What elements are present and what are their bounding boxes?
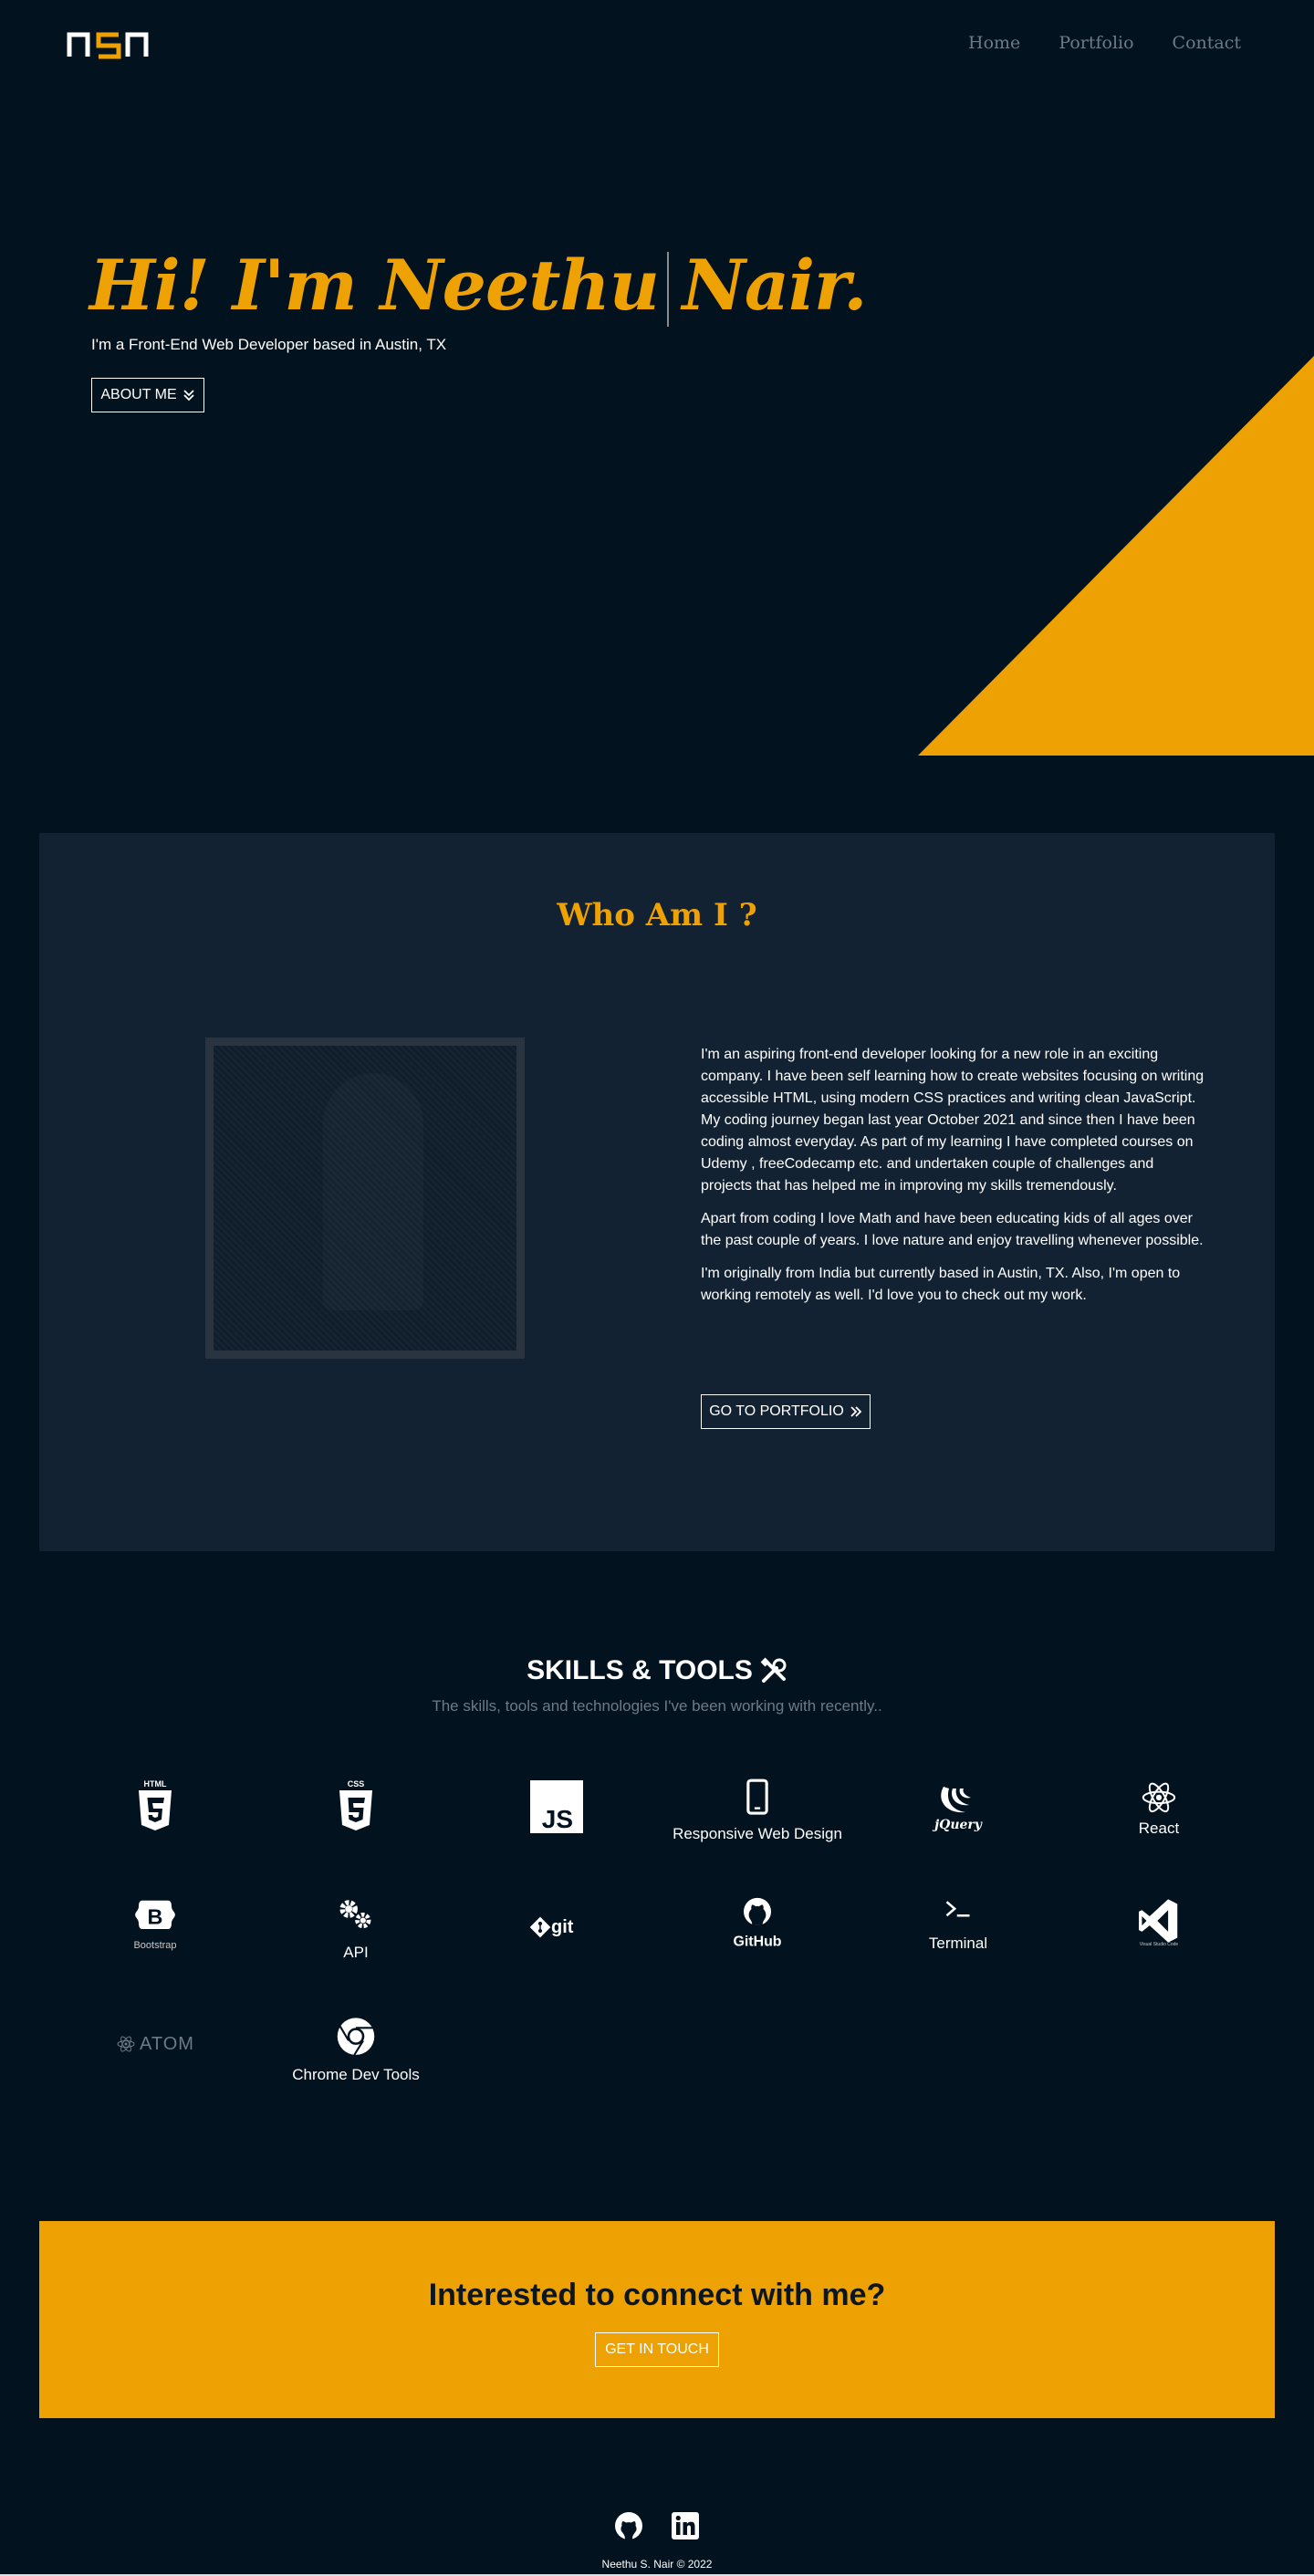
javascript-icon: JS [530,1780,583,1833]
linkedin-link[interactable] [671,2511,700,2540]
profile-photo [205,1038,525,1359]
jquery-icon-text: jQuery [932,1818,983,1832]
chrome-icon [337,2018,375,2056]
logo[interactable] [66,27,150,60]
about-title: Who Am I ? [557,897,757,933]
mobile-icon [746,1778,768,1815]
git-icon-text: git [551,1917,574,1937]
hero-subtitle: I'm a Front-End Web Developer based in A… [91,336,447,353]
atom-icon [117,2036,135,2052]
about-section: Who Am I ? I'm an aspiring front-end dev… [39,833,1275,1551]
about-paragraph: Apart from coding I love Math and have b… [701,1211,1204,1248]
typing-cursor [667,252,669,327]
skill-label: ATOM [140,2033,194,2054]
skill-vscode: Visual Studio Code [1058,1889,1259,2008]
skill-label: Responsive Web Design [673,1825,842,1842]
jquery-icon: jQuery [932,1787,983,1832]
bootstrap-icon-text: B [148,1904,163,1928]
skill-responsive: Responsive Web Design [657,1770,858,1889]
html5-icon: HTML [139,1779,172,1830]
skill-api: API [256,1889,456,2008]
react-icon [1142,1782,1176,1813]
gears-icon [339,1900,371,1929]
portfolio-button-label: GO TO PORTFOLIO [709,1403,844,1419]
bootstrap-icon: B [135,1900,175,1929]
skill-label: Chrome Dev Tools [292,2066,420,2083]
skills-grid: HTML CSS JS Responsive Web Design jQuery… [55,1770,1259,2126]
vscode-icon [1139,1899,1178,1943]
copyright: Neethu S. Nair © 2022 [601,2558,713,2571]
git-icon: git [529,1916,574,1938]
about-paragraph: I'm an aspiring front-end developer look… [701,1047,1204,1194]
linkedin-icon [672,2512,699,2539]
terminal-icon [945,1901,970,1917]
skill-jquery: jQuery [858,1770,1058,1889]
javascript-icon-text: JS [542,1805,573,1833]
skill-github: GitHub [657,1889,858,2008]
connect-title: Interested to connect with me? [428,2278,886,2312]
github-icon [615,2512,642,2539]
skill-git: git [456,1889,657,2008]
skill-bootstrap: B Bootstrap [55,1889,256,2008]
skill-react: React [1058,1770,1259,1889]
skill-label: Terminal [928,1935,988,1952]
skill-label: Bootstrap [133,1940,177,1951]
double-chevron-right-icon [850,1406,862,1417]
skill-chrome: Chrome Dev Tools [256,2008,456,2126]
skills-title: SKILLS & TOOLS [0,1655,1314,1686]
skills-title-text: SKILLS & TOOLS [527,1655,753,1685]
skill-atom: ATOM [55,2008,256,2126]
go-to-portfolio-button[interactable]: GO TO PORTFOLIO [701,1394,871,1429]
skill-html5: HTML [55,1770,256,1889]
skill-javascript: JS [456,1770,657,1889]
social-links [0,2511,1314,2540]
github-icon-text: GitHub [733,1934,781,1949]
nav-link-home[interactable]: Home [968,33,1020,53]
photo-silhouette [323,1073,423,1310]
nav-link-portfolio[interactable]: Portfolio [1058,33,1133,53]
tools-icon [760,1657,787,1683]
skill-label: React [1138,1820,1180,1837]
hero-section: Hi! I'm Neethu Nair. I'm a Front-End Web… [0,91,1314,756]
hero-title: Hi! I'm Neethu Nair. [89,245,868,326]
github-link[interactable] [614,2511,643,2540]
skill-terminal: Terminal [858,1889,1058,2008]
navbar: Home Portfolio Contact [0,0,1314,91]
skill-label: API [343,1944,369,1961]
github-icon: GitHub [733,1897,782,1949]
css3-icon-text: CSS [348,1779,365,1789]
about-paragraph: I'm originally from India but currently … [701,1266,1181,1303]
css3-icon: CSS [339,1779,372,1830]
double-chevron-down-icon [183,390,194,402]
html5-icon-text: HTML [144,1779,167,1789]
skills-subtitle: The skills, tools and technologies I've … [432,1697,882,1715]
connect-section: Interested to connect with me? GET IN TO… [39,2221,1275,2418]
about-me-label: ABOUT ME [100,387,177,402]
hero-accent-triangle [918,356,1314,756]
nav-links: Home Portfolio Contact [968,33,1241,53]
about-text: I'm an aspiring front-end developer look… [701,1044,1207,1318]
nav-link-contact[interactable]: Contact [1173,33,1241,53]
skill-css3: CSS [256,1770,456,1889]
get-in-touch-button[interactable]: GET IN TOUCH [595,2332,719,2367]
atom-logo: ATOM [116,2015,194,2073]
skill-label: Visual Studio Code [1139,1942,1179,1947]
about-me-button[interactable]: ABOUT ME [91,378,204,412]
